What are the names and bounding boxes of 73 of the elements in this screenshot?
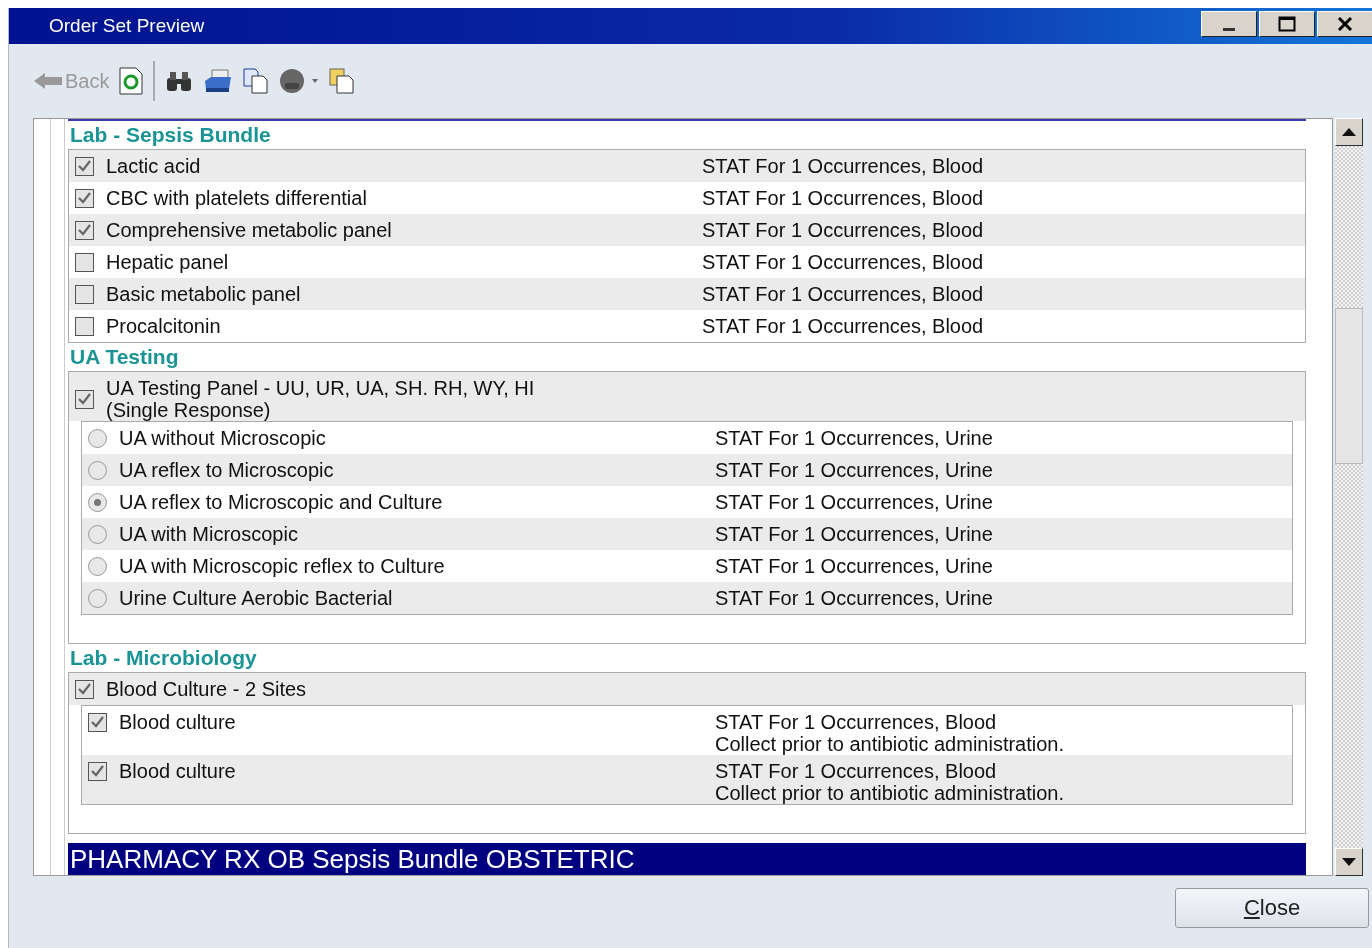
scroll-thumb[interactable] — [1335, 308, 1363, 464]
order-details: STAT For 1 Occurrences, Urine — [715, 427, 993, 449]
checkbox[interactable] — [75, 679, 94, 699]
up-arrow-icon — [1342, 128, 1356, 136]
radio-button[interactable] — [88, 428, 107, 448]
refresh-icon[interactable] — [119, 67, 144, 95]
checkbox[interactable] — [75, 188, 94, 208]
checkbox[interactable] — [75, 156, 94, 176]
binoculars-icon[interactable] — [165, 70, 194, 92]
order-details: STAT For 1 Occurrences, Urine — [715, 459, 993, 481]
order-details: STAT For 1 Occurrences, Blood — [702, 283, 984, 305]
order-name: UA reflex to Microscopic — [119, 459, 334, 481]
radio-button[interactable] — [88, 492, 107, 512]
order-details: STAT For 1 Occurrences, Urine — [715, 491, 993, 513]
order-name: Basic metabolic panel — [106, 283, 301, 305]
order-name: Urine Culture Aerobic Bacterial — [119, 587, 393, 609]
maximize-icon — [1278, 16, 1296, 32]
order-name: Blood culture — [119, 760, 236, 782]
checkbox[interactable] — [75, 252, 94, 272]
order-name: Procalcitonin — [106, 315, 221, 337]
order-name: UA without Microscopic — [119, 427, 326, 449]
scroll-down-button[interactable] — [1335, 848, 1363, 876]
maximize-button[interactable] — [1259, 11, 1315, 37]
section-heading: Lab - Microbiology — [69, 645, 258, 671]
back-arrow-icon — [33, 71, 63, 91]
order-details: STAT For 1 Occurrences, Blood — [702, 155, 984, 177]
section-heading: UA Testing — [69, 344, 180, 370]
down-arrow-icon — [1342, 858, 1356, 866]
order-details: STAT For 1 Occurrences, Urine — [715, 555, 993, 577]
radio-button[interactable] — [88, 460, 107, 480]
order-name: UA with Microscopic — [119, 523, 298, 545]
window-title: Order Set Preview — [49, 15, 205, 37]
order-group-name: Blood Culture - 2 Sites — [106, 678, 307, 700]
radio-button[interactable] — [88, 588, 107, 608]
paste-icon[interactable] — [329, 68, 356, 94]
order-details: STAT For 1 Occurrences, Blood — [702, 187, 984, 209]
order-details: STAT For 1 Occurrences, Blood — [715, 711, 998, 733]
close-dialog-button[interactable]: Close — [1175, 888, 1369, 928]
radio-button[interactable] — [88, 524, 107, 544]
checkbox[interactable] — [88, 712, 107, 732]
order-name: Hepatic panel — [106, 251, 229, 273]
minimize-icon — [1223, 28, 1235, 31]
minimize-button[interactable] — [1201, 11, 1257, 37]
order-details: STAT For 1 Occurrences, Blood — [702, 251, 984, 273]
order-details: STAT For 1 Occurrences, Blood — [715, 760, 998, 782]
checkbox[interactable] — [75, 316, 94, 336]
order-name: UA reflex to Microscopic and Culture — [119, 491, 443, 513]
scrollbar[interactable] — [1335, 118, 1363, 876]
order-name: Lactic acid — [106, 155, 201, 177]
order-set-banner: PHARMACY RX OB Sepsis Bundle OBSTETRIC — [68, 843, 1306, 875]
order-name: Comprehensive metabolic panel — [106, 219, 392, 241]
order-details: STAT For 1 Occurrences, Urine — [715, 523, 993, 545]
printer-icon[interactable] — [203, 69, 234, 93]
order-name: CBC with platelets differential — [106, 187, 367, 209]
order-name: UA with Microscopic reflex to Culture — [119, 555, 445, 577]
order-details: STAT For 1 Occurrences, Urine — [715, 587, 993, 609]
order-details: STAT For 1 Occurrences, Blood — [702, 219, 984, 241]
checkbox[interactable] — [75, 220, 94, 240]
checkbox[interactable] — [75, 389, 94, 409]
order-group-name: UA Testing Panel - UU, UR, UA, SH. RH, WY, HI — [106, 377, 535, 399]
section-heading: Lab - Sepsis Bundle — [69, 122, 272, 148]
checkbox[interactable] — [75, 284, 94, 304]
scroll-up-button[interactable] — [1335, 118, 1363, 146]
checkbox[interactable] — [88, 761, 107, 781]
order-name: Blood culture — [119, 711, 236, 733]
order-comment: Collect prior to antibiotic administration. — [715, 782, 1065, 804]
close-button[interactable] — [1317, 11, 1372, 37]
close-icon — [1337, 16, 1353, 32]
order-group-note: (Single Response) — [106, 399, 272, 421]
order-details: STAT For 1 Occurrences, Blood — [702, 315, 984, 337]
copy-icon[interactable] — [243, 68, 270, 94]
order-comment: Collect prior to antibiotic administration. — [715, 733, 1065, 755]
radio-button[interactable] — [88, 556, 107, 576]
